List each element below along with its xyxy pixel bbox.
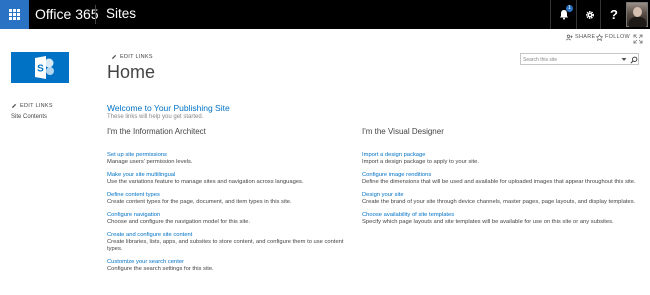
task-item: Configure image renditions Define the di…	[362, 172, 644, 186]
search-input[interactable]	[523, 55, 623, 64]
focus-icon	[633, 34, 643, 44]
site-search-box	[520, 53, 639, 65]
app-name[interactable]: Sites	[106, 6, 136, 21]
task-description: Configure the search settings for this s…	[107, 266, 214, 272]
task-link[interactable]: Define content types	[107, 192, 357, 199]
svg-text:S: S	[37, 64, 44, 75]
star-icon	[596, 33, 603, 41]
task-item: Configure navigation Choose and configur…	[107, 212, 357, 226]
site-logo[interactable]: S	[11, 52, 69, 83]
task-description: Create the brand of your site through de…	[362, 199, 636, 205]
notifications-button[interactable]: 1	[551, 0, 577, 29]
edit-links-top-button[interactable]: EDIT LINKS	[111, 54, 153, 60]
edit-links-label: EDIT LINKS	[20, 103, 53, 109]
task-link[interactable]: Create and configure site content	[107, 232, 357, 239]
pencil-icon	[12, 103, 17, 108]
edit-links-nav-button[interactable]: EDIT LINKS	[11, 103, 53, 109]
edit-links-label: EDIT LINKS	[120, 54, 153, 60]
share-icon	[566, 34, 573, 40]
task-link[interactable]: Customize your search center	[107, 259, 357, 266]
chevron-down-icon[interactable]	[621, 57, 627, 62]
task-link[interactable]: Make your site multilingual	[107, 172, 357, 179]
task-link[interactable]: Set up site permissions	[107, 152, 357, 159]
search-icon[interactable]	[630, 56, 638, 64]
visual-designer-heading: I'm the Visual Designer	[362, 127, 444, 136]
visual-designer-tasks: Import a design package Import a design …	[362, 152, 644, 232]
task-description: Create libraries, lists, apps, and subsi…	[107, 239, 344, 252]
notification-count-badge: 1	[566, 5, 573, 12]
task-item: Make your site multilingual Use the vari…	[107, 172, 357, 186]
task-link[interactable]: Choose availability of site templates	[362, 212, 644, 219]
task-description: Manage users' permission levels.	[107, 159, 193, 165]
pencil-icon	[112, 54, 117, 59]
task-description: Use the variations feature to manage sit…	[107, 179, 304, 185]
welcome-title: Welcome to Your Publishing Site	[107, 103, 230, 113]
suite-bar: Office 365 Sites 1 ?	[0, 0, 650, 29]
suite-bar-divider	[95, 5, 96, 24]
task-item: Create and configure site content Create…	[107, 232, 357, 253]
focus-on-content-button[interactable]	[633, 31, 643, 44]
follow-button[interactable]: FOLLOW	[596, 31, 630, 43]
left-navigation: EDIT LINKS Site Contents	[11, 103, 53, 120]
help-button[interactable]: ?	[601, 0, 627, 29]
task-link[interactable]: Configure navigation	[107, 212, 357, 219]
information-architect-tasks: Set up site permissions Manage users' pe…	[107, 152, 357, 279]
task-description: Specify which page layouts and site temp…	[362, 219, 614, 225]
brand-title[interactable]: Office 365	[35, 6, 99, 22]
nav-item-site-contents[interactable]: Site Contents	[11, 114, 53, 120]
task-item: Choose availability of site templates Sp…	[362, 212, 644, 226]
share-label: SHARE	[575, 34, 596, 40]
task-description: Define the dimensions that will be used …	[362, 179, 636, 185]
app-launcher-icon[interactable]	[0, 0, 29, 29]
user-avatar[interactable]	[626, 2, 648, 27]
task-description: Choose and configure the navigation mode…	[107, 219, 251, 225]
task-item: Import a design package Import a design …	[362, 152, 644, 166]
information-architect-heading: I'm the Information Architect	[107, 127, 206, 136]
sharepoint-logo-icon: S	[35, 56, 54, 79]
help-icon: ?	[610, 7, 618, 22]
welcome-subtitle: These links will help you get started.	[107, 114, 204, 120]
task-item: Design your site Create the brand of you…	[362, 192, 644, 206]
gear-icon	[585, 10, 595, 19]
task-description: Create content types for the page, docum…	[107, 199, 292, 205]
share-button[interactable]: SHARE	[566, 31, 595, 43]
task-link[interactable]: Design your site	[362, 192, 644, 199]
task-item: Set up site permissions Manage users' pe…	[107, 152, 357, 166]
task-item: Customize your search center Configure t…	[107, 259, 357, 273]
task-item: Define content types Create content type…	[107, 192, 357, 206]
page-title: Home	[107, 62, 156, 82]
task-description: Import a design package to apply to your…	[362, 159, 479, 165]
task-link[interactable]: Import a design package	[362, 152, 644, 159]
follow-label: FOLLOW	[605, 34, 631, 40]
task-link[interactable]: Configure image renditions	[362, 172, 644, 179]
